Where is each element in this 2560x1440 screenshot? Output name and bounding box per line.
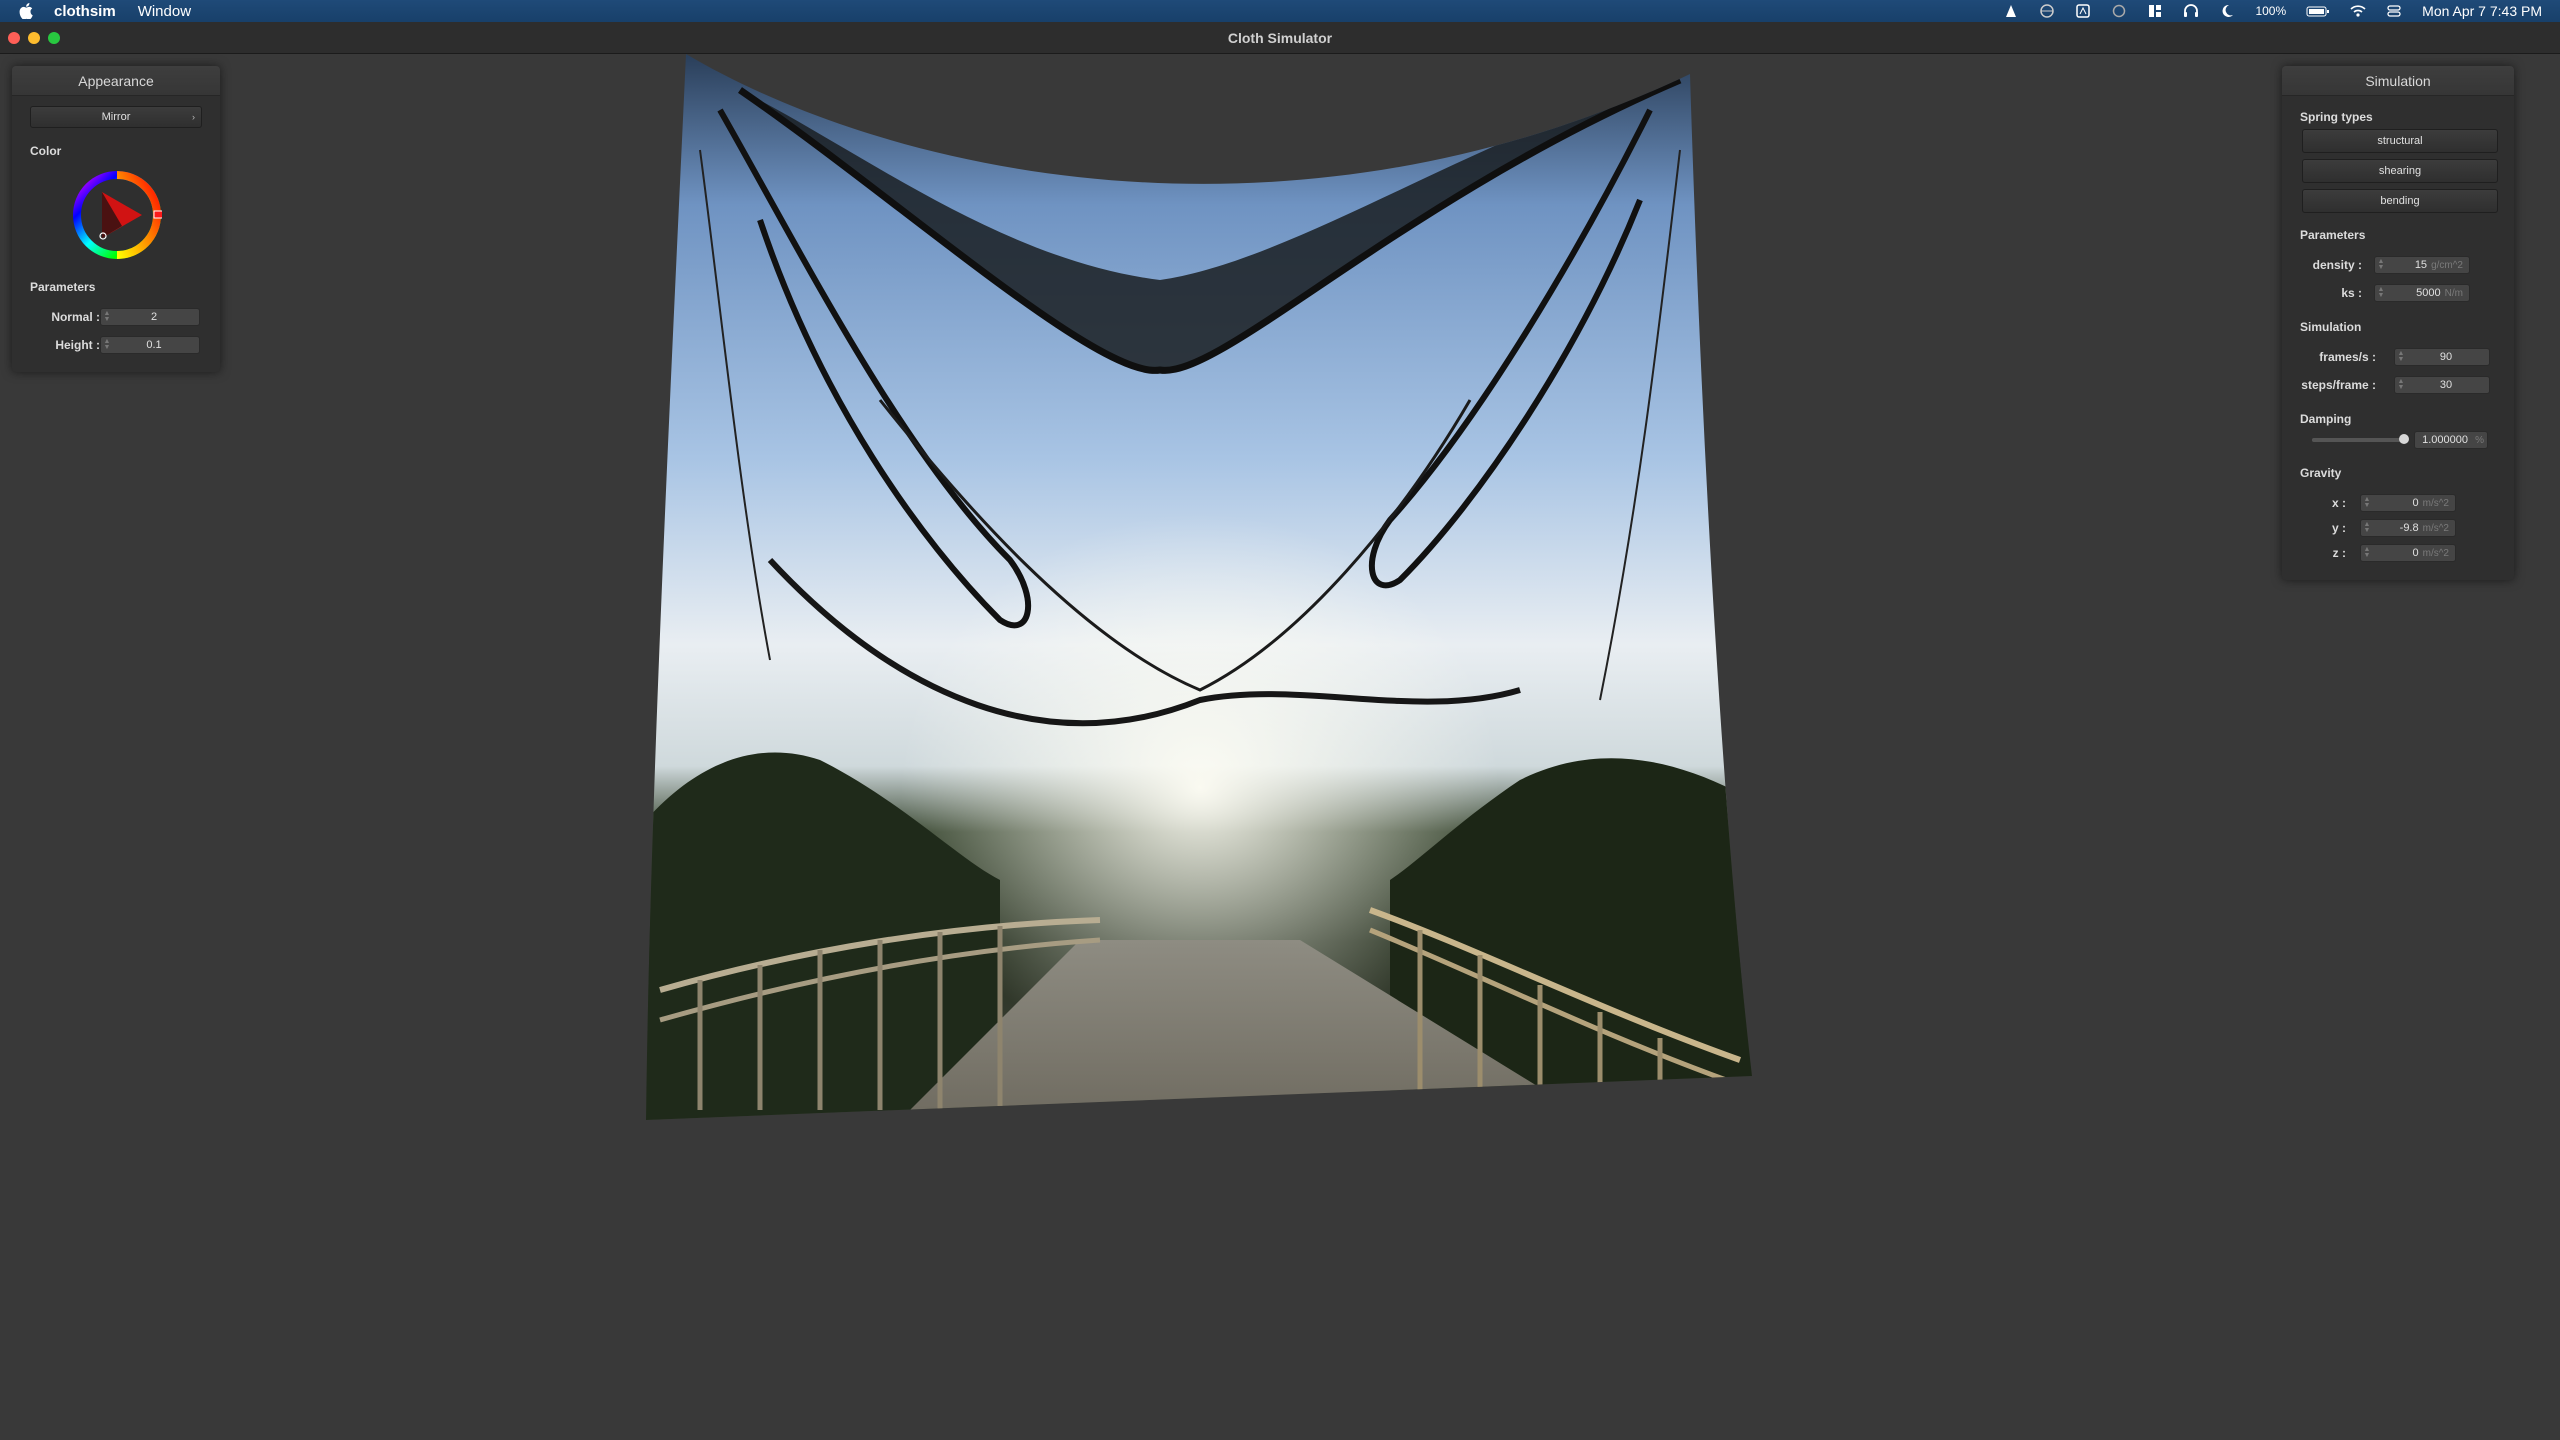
stepper-icon[interactable]: ▲ ▼: [101, 337, 113, 353]
shearing-button[interactable]: shearing: [2302, 159, 2498, 183]
steps-field[interactable]: ▲ ▼ 30: [2394, 376, 2490, 394]
stepper-icon[interactable]: ▲ ▼: [2361, 495, 2373, 511]
shader-dropdown[interactable]: Mirror ›: [30, 106, 202, 128]
fps-label: frames/s :: [2319, 350, 2376, 364]
stepper-icon[interactable]: ▲ ▼: [2395, 349, 2407, 365]
color-section-label: Color: [30, 144, 62, 158]
render-viewport[interactable]: [0, 54, 2560, 1440]
damping-unit: %: [2475, 434, 2484, 446]
structural-button[interactable]: structural: [2302, 129, 2498, 153]
gravity-x-field[interactable]: ▲ ▼ 0 m/s^2: [2360, 494, 2456, 512]
stepper-icon[interactable]: ▲ ▼: [101, 309, 113, 325]
wifi-icon[interactable]: [2350, 4, 2366, 18]
spring-types-label: Spring types: [2300, 110, 2373, 124]
gravity-x-value: 0: [2412, 497, 2419, 509]
window-titlebar: Cloth Simulator: [0, 22, 2560, 54]
normal-label: Normal :: [51, 310, 100, 324]
ks-unit: N/m: [2444, 287, 2463, 299]
menu-window[interactable]: Window: [138, 3, 191, 20]
simulation-title: Simulation: [2365, 72, 2431, 89]
gravity-y-unit: m/s^2: [2422, 522, 2449, 534]
damping-field[interactable]: 1.000000 %: [2414, 431, 2488, 449]
grid-icon[interactable]: [2147, 4, 2163, 18]
zoom-button[interactable]: [48, 32, 60, 44]
ks-value: 5000: [2416, 287, 2441, 299]
density-label: density :: [2312, 258, 2362, 272]
ks-field[interactable]: ▲ ▼ 5000 N/m: [2374, 284, 2470, 302]
stepper-icon[interactable]: ▲ ▼: [2375, 285, 2387, 301]
gravity-z-field[interactable]: ▲ ▼ 0 m/s^2: [2360, 544, 2456, 562]
simulation-panel: Simulation Spring types structural shear…: [2282, 66, 2514, 580]
cone-icon[interactable]: [2003, 4, 2019, 18]
structural-button-label: structural: [2377, 135, 2423, 147]
app-store-icon[interactable]: [2075, 4, 2091, 18]
damping-slider-knob[interactable]: [2399, 434, 2409, 444]
gravity-x-unit: m/s^2: [2422, 497, 2449, 509]
sim-parameters-label: Parameters: [2300, 228, 2366, 242]
bending-button-label: bending: [2380, 195, 2420, 207]
apple-icon[interactable]: [18, 3, 34, 19]
fps-field[interactable]: ▲ ▼ 90: [2394, 348, 2490, 366]
height-field[interactable]: ▲ ▼ 0.1: [100, 336, 200, 354]
appearance-title: Appearance: [78, 72, 154, 89]
damping-slider-fill: [2312, 438, 2404, 442]
appearance-parameters-label: Parameters: [30, 280, 96, 294]
steps-label: steps/frame :: [2301, 378, 2376, 392]
gravity-y-label: y :: [2331, 521, 2346, 535]
shearing-button-label: shearing: [2378, 165, 2422, 177]
moon-icon[interactable]: [2219, 4, 2235, 18]
battery-icon[interactable]: [2306, 4, 2330, 18]
damping-slider[interactable]: [2312, 434, 2409, 444]
density-field[interactable]: ▲ ▼ 15 g/cm^2: [2374, 256, 2470, 274]
ks-label: ks :: [2341, 286, 2362, 300]
menu-app-name[interactable]: clothsim: [54, 3, 116, 20]
minimize-button[interactable]: [28, 32, 40, 44]
gravity-z-label: z :: [2332, 546, 2346, 560]
height-label: Height :: [55, 338, 100, 352]
gravity-y-field[interactable]: ▲ ▼ -9.8 m/s^2: [2360, 519, 2456, 537]
chevron-right-icon: ›: [192, 112, 195, 122]
stepper-icon[interactable]: ▲ ▼: [2375, 257, 2387, 273]
stepper-icon[interactable]: ▲ ▼: [2395, 377, 2407, 393]
height-value: 0.1: [146, 339, 162, 351]
gravity-z-unit: m/s^2: [2422, 547, 2449, 559]
normal-field[interactable]: ▲ ▼ 2: [100, 308, 200, 326]
normal-value: 2: [150, 311, 158, 323]
stepper-icon[interactable]: ▲ ▼: [2361, 545, 2373, 561]
bending-button[interactable]: bending: [2302, 189, 2498, 213]
menu-clock[interactable]: Mon Apr 7 7:43 PM: [2422, 3, 2542, 19]
close-button[interactable]: [8, 32, 20, 44]
appearance-panel-header[interactable]: Appearance: [12, 66, 220, 96]
circle-icon[interactable]: [2111, 4, 2127, 18]
gravity-x-label: x :: [2331, 496, 2346, 510]
color-wheel[interactable]: [72, 170, 165, 260]
stepper-icon[interactable]: ▲ ▼: [2361, 520, 2373, 536]
battery-percent: 100%: [2255, 4, 2287, 18]
menu-bar: clothsim Window 100% Mon Apr 7 7:43 PM: [0, 0, 2560, 22]
damping-value: 1.000000: [2422, 434, 2468, 446]
steps-value: 30: [2439, 379, 2453, 391]
appearance-panel: Appearance Mirror › Color Parameters Nor…: [12, 66, 220, 372]
control-center-icon[interactable]: [2386, 4, 2402, 18]
damping-label: Damping: [2300, 412, 2352, 426]
headphones-icon[interactable]: [2183, 4, 2199, 18]
gravity-y-value: -9.8: [2399, 522, 2419, 534]
density-value: 15: [2414, 259, 2428, 271]
simulation-panel-header[interactable]: Simulation: [2282, 66, 2514, 96]
globe-icon[interactable]: [2039, 4, 2055, 18]
density-unit: g/cm^2: [2431, 259, 2463, 271]
window-title: Cloth Simulator: [1227, 29, 1333, 46]
gravity-z-value: 0: [2412, 547, 2419, 559]
fps-value: 90: [2439, 351, 2453, 363]
sim-simulation-label: Simulation: [2300, 320, 2362, 334]
gravity-label: Gravity: [2300, 466, 2342, 480]
shader-dropdown-label: Mirror: [101, 111, 131, 123]
